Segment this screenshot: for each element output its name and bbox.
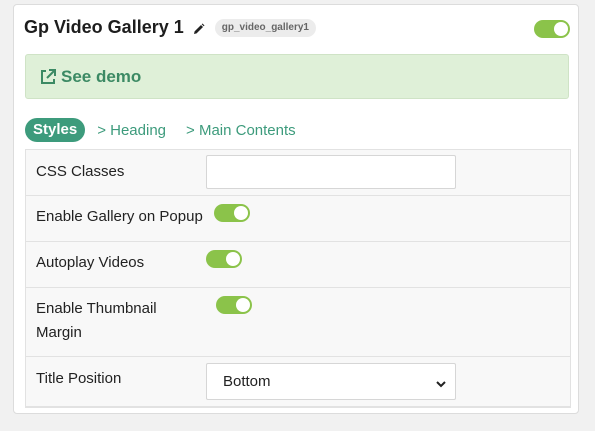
toggle-knob <box>236 298 250 312</box>
setting-row-title-position: Title Position Bottom <box>26 357 570 406</box>
widget-header: Gp Video Gallery 1 gp_video_gallery1 <box>24 17 316 38</box>
widget-title: Gp Video Gallery 1 <box>24 17 184 37</box>
external-link-icon <box>41 68 56 84</box>
toggle-knob <box>554 22 568 36</box>
css-classes-input[interactable] <box>206 155 456 189</box>
setting-row-css-classes: CSS Classes <box>26 150 570 196</box>
title-position-label: Title Position <box>36 370 122 387</box>
toggle-knob <box>234 206 248 220</box>
setting-row-autoplay: Autoplay Videos <box>26 242 570 288</box>
settings-list: CSS Classes Enable Gallery on Popup Auto… <box>25 149 571 408</box>
thumbnail-margin-label: Enable Thumbnail Margin <box>36 297 157 345</box>
setting-row-gallery-popup: Enable Gallery on Popup <box>26 196 570 242</box>
toggle-knob <box>226 252 240 266</box>
thumbnail-margin-label-line2: Margin <box>36 324 82 341</box>
thumbnail-margin-toggle[interactable] <box>216 296 252 314</box>
pencil-icon[interactable] <box>193 22 205 34</box>
widget-panel: Gp Video Gallery 1 gp_video_gallery1 See… <box>13 4 579 414</box>
title-position-select[interactable]: Bottom <box>206 363 456 400</box>
setting-row-thumbnail-margin: Enable Thumbnail Margin <box>26 288 570 357</box>
see-demo-link[interactable]: See demo <box>61 67 141 87</box>
widget-slug-badge: gp_video_gallery1 <box>214 18 316 37</box>
tab-main-contents[interactable]: > Main Contents <box>186 122 296 139</box>
thumbnail-margin-label-line1: Enable Thumbnail <box>36 300 157 317</box>
tab-heading[interactable]: > Heading <box>97 122 166 139</box>
widget-enable-toggle[interactable] <box>534 20 570 38</box>
autoplay-label: Autoplay Videos <box>36 254 145 271</box>
tab-styles[interactable]: Styles <box>25 118 86 142</box>
css-classes-label: CSS Classes <box>36 163 125 180</box>
see-demo-banner[interactable]: See demo <box>25 54 569 99</box>
gallery-popup-toggle[interactable] <box>214 204 250 222</box>
chevron-down-icon <box>436 376 446 393</box>
title-position-value: Bottom <box>223 373 271 390</box>
autoplay-toggle[interactable] <box>206 250 242 268</box>
gallery-popup-label: Enable Gallery on Popup <box>36 208 203 225</box>
tab-bar: Styles > Heading > Main Contents <box>25 118 296 142</box>
